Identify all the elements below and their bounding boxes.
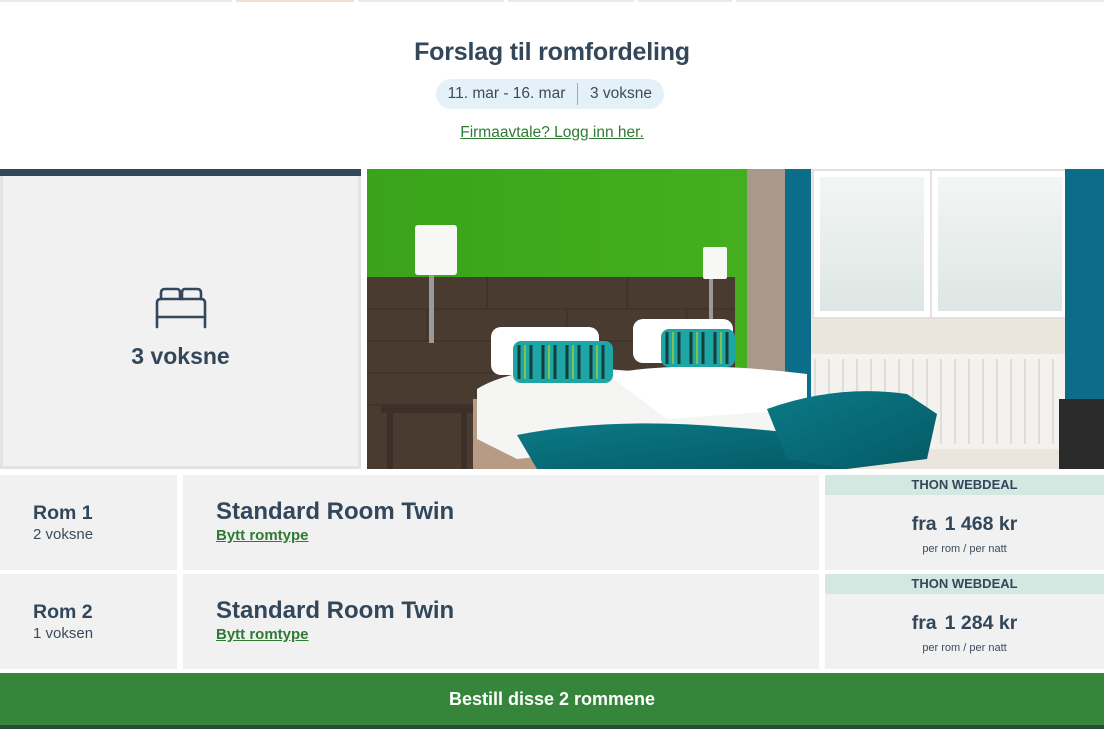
room-type-cell: Standard Room Twin Bytt romtype [183, 574, 819, 669]
room-name: Rom 1 [33, 502, 93, 524]
price-cell[interactable]: THON WEBDEAL fra 1 284 kr per rom / per n… [825, 574, 1104, 669]
price-line: fra 1 468 kr [825, 513, 1104, 536]
room-type-cell: Standard Room Twin Bytt romtype [183, 475, 819, 570]
room-type: Standard Room Twin [216, 498, 455, 525]
price-prefix: fra [911, 612, 937, 634]
room-type: Standard Room Twin [216, 597, 455, 624]
guest-count: 3 voksne [589, 85, 653, 102]
room-photo [367, 169, 1104, 469]
footer-edge [0, 725, 1104, 729]
price-unit: per rom / per natt [922, 543, 1007, 555]
room-suggestion-hero: 3 voksne [0, 169, 1104, 469]
change-room-type-link[interactable]: Bytt romtype [216, 527, 309, 544]
room-occupancy: 2 voksne [33, 526, 94, 543]
price-value: 1 468 kr [944, 513, 1018, 535]
price-value: 1 284 kr [944, 612, 1018, 634]
price-cell[interactable]: THON WEBDEAL fra 1 468 kr per rom / per n… [825, 475, 1104, 570]
book-rooms-button[interactable]: Bestill disse 2 rommene [0, 673, 1104, 725]
page-header: Forslag til romfordeling 11. mar - 16. m… [0, 0, 1104, 169]
room-info-cell: Rom 2 1 voksen [0, 574, 177, 669]
guest-summary-label: 3 voksne [131, 343, 230, 369]
change-room-type-link[interactable]: Bytt romtype [216, 626, 309, 643]
deal-badge: THON WEBDEAL [825, 574, 1104, 594]
price-unit: per rom / per natt [922, 642, 1007, 654]
room-name: Rom 2 [33, 601, 93, 623]
guest-summary-card: 3 voksne [0, 169, 361, 469]
page-title: Forslag til romfordeling [414, 38, 690, 66]
price-line: fra 1 284 kr [825, 612, 1104, 635]
corporate-login-link[interactable]: Firmaavtale? Logg inn her. [0, 124, 1104, 142]
date-range: 11. mar - 16. mar [447, 85, 566, 102]
room-row-2: Rom 2 1 voksen Standard Room Twin Bytt r… [0, 574, 1104, 669]
search-summary-pill[interactable]: 11. mar - 16. mar 3 voksne [436, 79, 664, 109]
card-accent-bar [0, 169, 361, 176]
bed-icon [155, 287, 207, 329]
room-occupancy: 1 voksen [33, 625, 94, 642]
deal-badge: THON WEBDEAL [825, 475, 1104, 495]
room-info-cell: Rom 1 2 voksne [0, 475, 177, 570]
price-prefix: fra [911, 513, 937, 535]
room-row-1: Rom 1 2 voksne Standard Room Twin Bytt r… [0, 475, 1104, 570]
